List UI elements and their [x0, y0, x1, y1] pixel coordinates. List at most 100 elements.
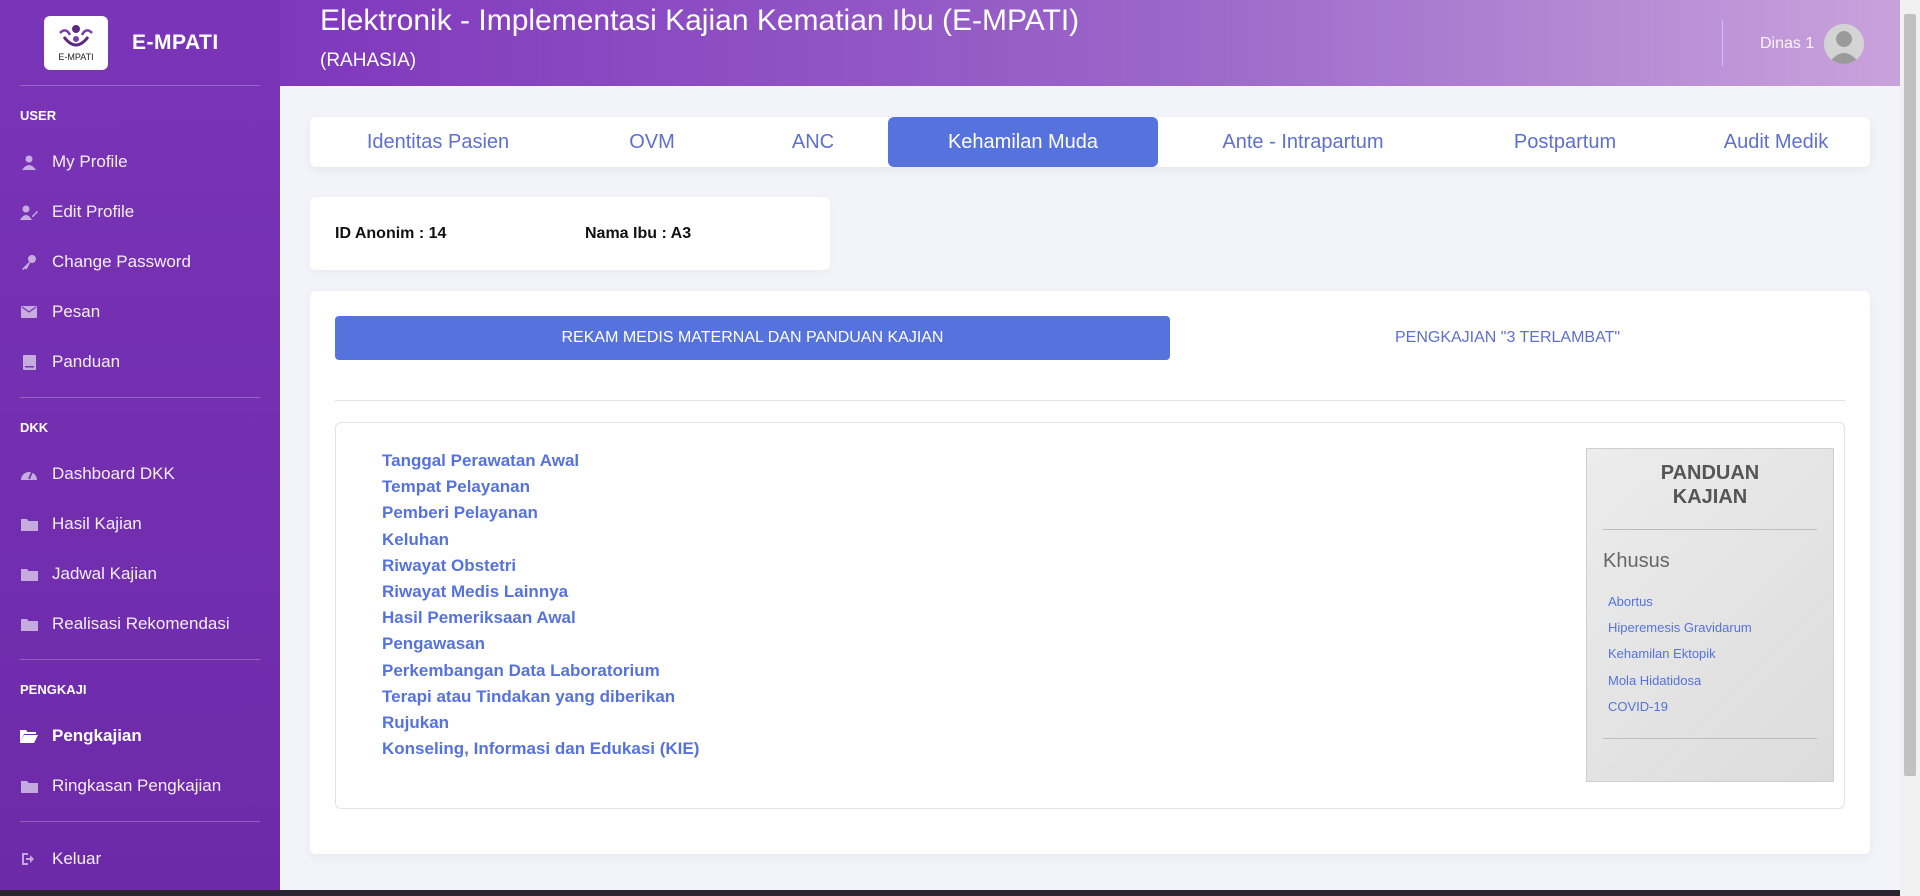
sidebar-item-label: Change Password	[52, 252, 191, 271]
sidebar-item-label: Keluar	[52, 849, 102, 868]
divider	[335, 400, 1845, 401]
sidebar-item-label: Panduan	[52, 352, 121, 371]
folder-icon	[20, 566, 38, 582]
record-link[interactable]: Tanggal Perawatan Awal	[382, 448, 699, 474]
record-link[interactable]: Perkembangan Data Laboratorium	[382, 658, 699, 684]
panduan-title-line1: PANDUAN	[1660, 462, 1760, 484]
divider	[1603, 738, 1817, 740]
folder-icon	[20, 516, 38, 532]
sidebar-heading: PENGKAJI	[20, 682, 87, 697]
sidebar-item-label: Realisasi Rekomendasi	[52, 614, 230, 633]
subtab-3-terlambat[interactable]: PENGKAJIAN "3 TERLAMBAT"	[1170, 316, 1845, 360]
record-tabs: Identitas Pasien OVM ANC Kehamilan Muda Ante…	[310, 117, 1870, 167]
nama-ibu: Nama Ibu : A3	[585, 224, 692, 242]
header-divider	[1722, 20, 1723, 66]
sidebar-section-pengkaji: PENGKAJI Pengkajian Ringkasan Pengkajian	[20, 660, 260, 822]
bottom-edge	[0, 890, 1900, 896]
sidebar-item-realisasi-rekomendasi[interactable]: Realisasi Rekomendasi	[20, 599, 260, 649]
record-link[interactable]: Tempat Pelayanan	[382, 474, 699, 500]
top-header: Elektronik - Implementasi Kajian Kematia…	[280, 0, 1900, 86]
record-link[interactable]: Terapi atau Tindakan yang diberikan	[382, 684, 699, 710]
sidebar-item-pengkajian[interactable]: Pengkajian	[20, 711, 260, 761]
sidebar-heading: USER	[20, 108, 57, 123]
sidebar-item-label: Pesan	[52, 302, 101, 321]
mother-child-icon	[59, 25, 93, 47]
panduan-title: PANDUAN KAJIAN	[1587, 461, 1833, 509]
sidebar-item-pesan[interactable]: Pesan	[20, 287, 260, 337]
sidebar: E-MPATI E-MPATI USER My Profile Edit Profi…	[0, 0, 280, 896]
avatar	[1824, 24, 1865, 64]
tab-ovm[interactable]: OVM	[566, 117, 738, 167]
logo-caption: E-MPATI	[58, 52, 94, 62]
tab-anc[interactable]: ANC	[738, 117, 888, 167]
panduan-link[interactable]: COVID-19	[1608, 694, 1833, 720]
tab-kehamilan-muda[interactable]: Kehamilan Muda	[888, 117, 1158, 167]
panduan-subtitle: Khusus	[1603, 550, 1670, 572]
panduan-link[interactable]: Mola Hidatidosa	[1608, 668, 1833, 694]
sidebar-item-label: Dashboard DKK	[52, 464, 175, 483]
sidebar-item-ringkasan-pengkajian[interactable]: Ringkasan Pengkajian	[20, 761, 260, 811]
record-link[interactable]: Konseling, Informasi dan Edukasi (KIE)	[382, 736, 699, 762]
sidebar-item-edit-profile[interactable]: Edit Profile	[20, 187, 260, 237]
sidebar-item-panduan[interactable]: Panduan	[20, 337, 260, 387]
record-link[interactable]: Pengawasan	[382, 631, 699, 657]
user-menu[interactable]: Dinas 1	[1760, 24, 1865, 64]
record-link[interactable]: Keluhan	[382, 527, 699, 553]
record-link[interactable]: Pemberi Pelayanan	[382, 500, 699, 526]
user-avatar-icon	[1824, 24, 1865, 64]
scrollbar-thumb[interactable]	[1904, 14, 1916, 776]
sidebar-item-my-profile[interactable]: My Profile	[20, 137, 260, 187]
sidebar-item-dashboard-dkk[interactable]: Dashboard DKK	[20, 449, 260, 499]
panduan-panel: PANDUAN KAJIAN Khusus Abortus Hiperemesis…	[1586, 448, 1834, 782]
sidebar-item-keluar[interactable]: Keluar	[20, 834, 260, 884]
panduan-link[interactable]: Hiperemesis Gravidarum	[1608, 615, 1833, 641]
tab-identitas-pasien[interactable]: Identitas Pasien	[310, 117, 566, 167]
sidebar-section-user: USER My Profile Edit Profile Change Passwor…	[20, 86, 260, 398]
user-name: Dinas 1	[1760, 35, 1815, 52]
sidebar-item-label: Edit Profile	[52, 202, 135, 221]
sidebar-item-label: Jadwal Kajian	[52, 564, 157, 583]
sidebar-item-label: My Profile	[52, 152, 128, 171]
empati-logo: E-MPATI	[44, 15, 108, 70]
sidebar-item-label: Ringkasan Pengkajian	[52, 776, 222, 795]
sidebar-item-jadwal-kajian[interactable]: Jadwal Kajian	[20, 549, 260, 599]
tab-postpartum[interactable]: Postpartum	[1448, 117, 1682, 167]
sidebar-heading: DKK	[20, 420, 49, 435]
record-link[interactable]: Hasil Pemeriksaan Awal	[382, 605, 699, 631]
user-edit-icon	[20, 204, 38, 220]
brand-name: E-MPATI	[132, 30, 219, 54]
record-link[interactable]: Riwayat Medis Lainnya	[382, 579, 699, 605]
subtab-rekam-medis[interactable]: REKAM MEDIS MATERNAL DAN PANDUAN KAJIAN	[335, 316, 1170, 360]
brand[interactable]: E-MPATI E-MPATI	[20, 0, 260, 86]
book-icon	[20, 354, 38, 370]
folder-icon	[20, 778, 38, 794]
sidebar-item-hasil-kajian[interactable]: Hasil Kajian	[20, 499, 260, 549]
tab-audit-medik[interactable]: Audit Medik	[1682, 117, 1870, 167]
sidebar-item-change-password[interactable]: Change Password	[20, 237, 260, 287]
patient-info-card: ID Anonim : 14 Nama Ibu : A3	[310, 197, 830, 270]
record-link[interactable]: Riwayat Obstetri	[382, 553, 699, 579]
record-link-list: Tanggal Perawatan Awal Tempat Pelayanan Pe…	[382, 448, 699, 762]
panduan-link[interactable]: Abortus	[1608, 589, 1833, 615]
dashboard-icon	[20, 466, 38, 482]
scrollbar[interactable]	[1900, 0, 1920, 896]
panduan-link[interactable]: Kehamilan Ektopik	[1608, 641, 1833, 667]
folder-open-icon	[20, 728, 38, 744]
user-icon	[20, 154, 38, 170]
envelope-icon	[20, 304, 38, 320]
key-icon	[20, 254, 38, 270]
folder-icon	[20, 616, 38, 632]
panduan-title-line2: KAJIAN	[1672, 486, 1748, 508]
sign-out-icon	[20, 851, 38, 867]
record-link[interactable]: Rujukan	[382, 710, 699, 736]
sidebar-item-label: Hasil Kajian	[52, 514, 142, 533]
record-content: Tanggal Perawatan Awal Tempat Pelayanan Pe…	[335, 422, 1845, 809]
tab-ante-intrapartum[interactable]: Ante - Intrapartum	[1158, 117, 1448, 167]
id-anonim: ID Anonim : 14	[335, 224, 447, 242]
panduan-link-list: Abortus Hiperemesis Gravidarum Kehamilan E…	[1587, 573, 1833, 738]
sidebar-item-label: Pengkajian	[52, 726, 142, 745]
page-title: Elektronik - Implementasi Kajian Kematia…	[320, 4, 1080, 37]
main-card: REKAM MEDIS MATERNAL DAN PANDUAN KAJIAN …	[310, 291, 1870, 854]
sidebar-section-dkk: DKK Dashboard DKK Hasil Kajian Jadwal Kajia…	[20, 398, 260, 660]
page-subtitle: (RAHASIA)	[320, 50, 417, 71]
